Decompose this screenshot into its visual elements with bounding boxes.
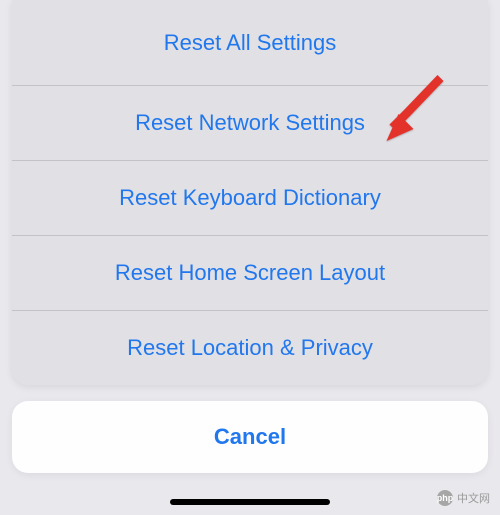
option-label: Reset Keyboard Dictionary bbox=[119, 185, 381, 211]
option-label: Reset Home Screen Layout bbox=[115, 260, 385, 286]
reset-network-settings-option[interactable]: Reset Network Settings bbox=[12, 85, 488, 160]
reset-keyboard-dictionary-option[interactable]: Reset Keyboard Dictionary bbox=[12, 160, 488, 235]
option-label: Reset Location & Privacy bbox=[127, 335, 373, 361]
cancel-button[interactable]: Cancel bbox=[12, 401, 488, 473]
option-label: Reset Network Settings bbox=[135, 110, 365, 136]
option-label: Reset All Settings bbox=[164, 30, 336, 56]
reset-location-privacy-option[interactable]: Reset Location & Privacy bbox=[12, 310, 488, 385]
cancel-label: Cancel bbox=[214, 424, 286, 450]
reset-home-screen-layout-option[interactable]: Reset Home Screen Layout bbox=[12, 235, 488, 310]
reset-all-settings-option[interactable]: Reset All Settings bbox=[12, 0, 488, 85]
watermark-text: 中文网 bbox=[457, 490, 490, 506]
watermark-logo-icon: php bbox=[437, 490, 453, 506]
home-indicator[interactable] bbox=[170, 499, 330, 505]
reset-action-sheet: Reset All Settings Reset Network Setting… bbox=[12, 0, 488, 385]
watermark: php 中文网 bbox=[437, 490, 490, 506]
